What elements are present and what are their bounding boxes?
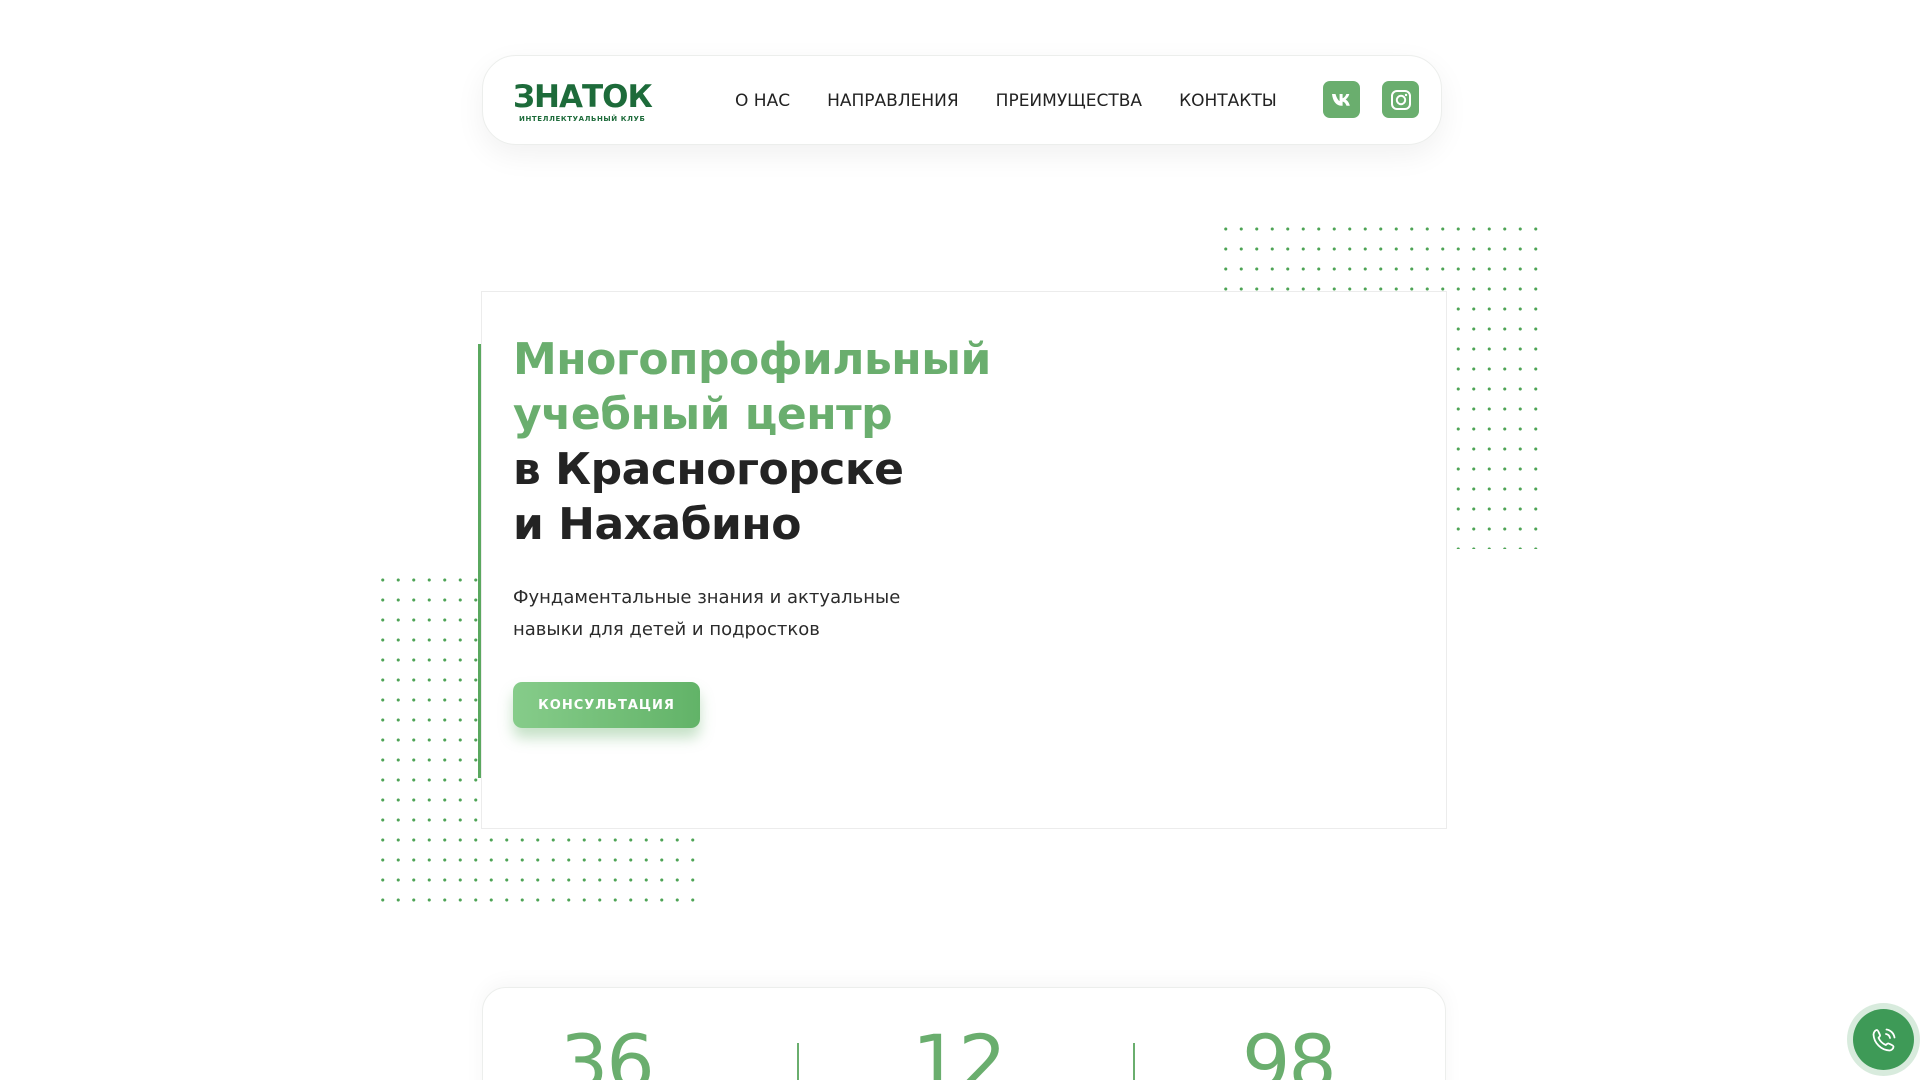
stat-divider-2	[1133, 1043, 1135, 1080]
vk-icon	[1331, 93, 1350, 106]
instagram-icon	[1390, 89, 1411, 110]
hero-accent-line	[478, 344, 481, 778]
stat-value-1: 36	[560, 1018, 655, 1080]
page: ЗНАТОК ИНТЕЛЛЕКТУАЛЬНЫЙ КЛУБ О НАС НАПРА…	[0, 0, 1920, 1080]
stat-divider-1	[797, 1043, 799, 1080]
nav-item-about[interactable]: О НАС	[735, 91, 790, 111]
hero-title-line-1: Многопрофильный	[513, 334, 991, 385]
nav-item-advantages[interactable]: ПРЕИМУЩЕСТВА	[996, 91, 1142, 111]
instagram-link[interactable]	[1382, 81, 1419, 118]
site-header: ЗНАТОК ИНТЕЛЛЕКТУАЛЬНЫЙ КЛУБ О НАС НАПРА…	[482, 55, 1442, 145]
logo-subtitle: ИНТЕЛЛЕКТУАЛЬНЫЙ КЛУБ	[519, 115, 646, 123]
hero-title-line-3: в Красногорске	[513, 444, 904, 495]
stat-value-3: 98	[1242, 1018, 1337, 1080]
logo-wordmark: ЗНАТОК	[513, 79, 653, 115]
hero-title-line-2: учебный центр	[513, 389, 893, 440]
stat-value-2: 12	[912, 1018, 1007, 1080]
vk-link[interactable]	[1323, 81, 1360, 118]
consultation-button[interactable]: КОНСУЛЬТАЦИЯ	[513, 682, 700, 728]
hero-subtitle: Фундаментальные знания и актуальные навы…	[513, 587, 901, 640]
main-nav: О НАС НАПРАВЛЕНИЯ ПРЕИМУЩЕСТВА КОНТАКТЫ	[735, 56, 1277, 146]
nav-item-directions[interactable]: НАПРАВЛЕНИЯ	[827, 91, 959, 111]
hero-title: Многопрофильный учебный центр в Красного…	[513, 332, 991, 552]
phone-icon	[1872, 1028, 1895, 1051]
nav-item-contacts[interactable]: КОНТАКТЫ	[1179, 91, 1277, 111]
call-button[interactable]	[1853, 1009, 1914, 1070]
logo[interactable]: ЗНАТОК ИНТЕЛЛЕКТУАЛЬНЫЙ КЛУБ	[513, 80, 663, 126]
hero-title-line-4: и Нахабино	[513, 499, 801, 550]
